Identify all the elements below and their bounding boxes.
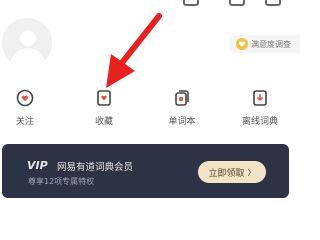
avatar[interactable] (2, 18, 52, 68)
survey-label: 满意度调查 (251, 39, 291, 49)
heart-icon (236, 38, 248, 50)
menu-label-follow: 关注 (15, 117, 34, 127)
menu-item-offline-dictionary[interactable]: 离线词典 (231, 88, 289, 132)
menu-label-favorites: 收藏 (94, 117, 113, 127)
offline-dictionary-icon (253, 90, 267, 106)
claim-now-label: 立即领取 (208, 168, 245, 179)
claim-now-button[interactable]: 立即领取 〉 (198, 161, 266, 183)
menu-label-offline-dictionary: 离线词典 (241, 117, 278, 127)
follow-heart-icon (16, 89, 34, 107)
avatar-head-shape (20, 30, 36, 46)
vip-membership-banner[interactable]: VIP 网易有道词典会员 尊享12项专属特权 立即领取 〉 (2, 144, 289, 198)
avatar-body-shape (10, 48, 46, 68)
vip-subtitle: 尊享12项专属特权 (28, 177, 95, 186)
menu-label-wordbook: 单词本 (168, 117, 196, 127)
chevron-right-icon: 〉 (247, 167, 256, 177)
vip-title: 网易有道词典会员 (57, 162, 134, 173)
menu-item-follow[interactable]: 关注 (0, 88, 54, 132)
top-toolbar-icons[interactable] (0, 0, 300, 8)
wordbook-icon (175, 90, 189, 106)
satisfaction-survey-button[interactable]: 满意度调查 (229, 35, 300, 53)
red-arrow-annotation (106, 13, 162, 88)
svg-text:VIP: VIP (27, 159, 48, 171)
vip-logo: VIP (27, 159, 48, 171)
